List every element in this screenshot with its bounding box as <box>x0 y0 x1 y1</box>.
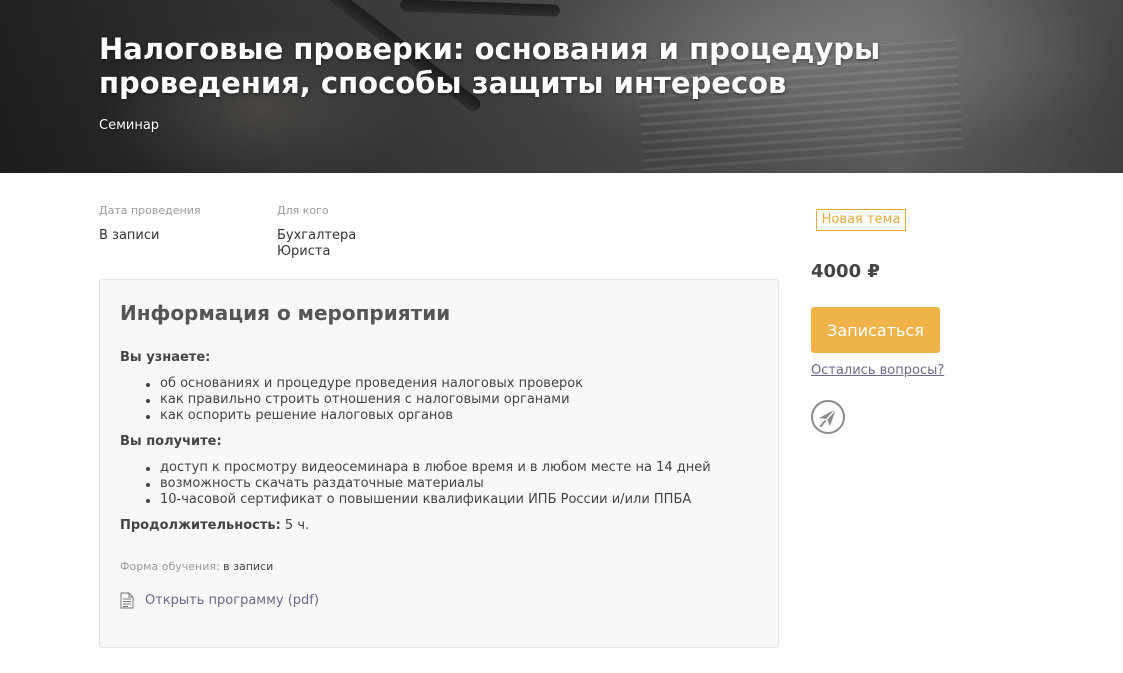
audience-item: Юриста <box>277 244 331 259</box>
open-program-label: Открыть программу (pdf) <box>145 593 319 608</box>
meta-date-label: Дата проведения <box>99 204 201 217</box>
new-topic-badge: Новая тема <box>816 209 906 231</box>
share-icon[interactable] <box>810 399 846 435</box>
event-info-panel: Информация о мероприятии Вы узнаете: об … <box>99 279 779 648</box>
duration: Продолжительность: 5 ч. <box>120 518 309 533</box>
price: 4000 ₽ <box>811 261 880 282</box>
duration-value: 5 ч. <box>284 518 310 533</box>
info-title: Информация о мероприятии <box>120 301 451 325</box>
meta-date-value: В записи <box>99 228 160 243</box>
study-form-label: Форма обучения: <box>120 560 220 573</box>
learn-list: об основаниях и процедуре проведения нал… <box>146 376 583 424</box>
meta-audience-label: Для кого <box>277 204 329 217</box>
list-item: доступ к просмотру видеосеминара в любое… <box>146 460 711 476</box>
event-type: Семинар <box>99 118 160 133</box>
questions-link[interactable]: Остались вопросы? <box>811 363 944 378</box>
list-item: возможность скачать раздаточные материал… <box>146 476 711 492</box>
meta-audience-values: Бухгалтера Юриста <box>277 228 356 260</box>
meta-date: Дата проведения В записи <box>99 204 200 244</box>
study-form: Форма обучения: в записи <box>120 560 273 573</box>
get-list: доступ к просмотру видеосеминара в любое… <box>146 460 711 508</box>
list-item: об основаниях и процедуре проведения нал… <box>146 376 583 392</box>
get-title: Вы получите: <box>120 434 222 449</box>
meta-audience: Для кого Бухгалтера Юриста <box>277 204 356 260</box>
duration-label: Продолжительность: <box>120 518 281 533</box>
page-title: Налоговые проверки: основания и процедур… <box>99 32 881 100</box>
hero-banner: Налоговые проверки: основания и процедур… <box>0 0 1123 173</box>
list-item: как правильно строить отношения с налого… <box>146 392 583 408</box>
list-item: как оспорить решение налоговых органов <box>146 408 583 424</box>
study-form-value: в записи <box>223 560 274 573</box>
learn-title: Вы узнаете: <box>120 350 211 365</box>
document-icon <box>120 592 134 609</box>
audience-item: Бухгалтера <box>277 228 357 243</box>
list-item: 10-часовой сертификат о повышении квалиф… <box>146 492 711 508</box>
signup-button[interactable]: Записаться <box>811 307 940 353</box>
open-program-link[interactable]: Открыть программу (pdf) <box>120 592 319 609</box>
